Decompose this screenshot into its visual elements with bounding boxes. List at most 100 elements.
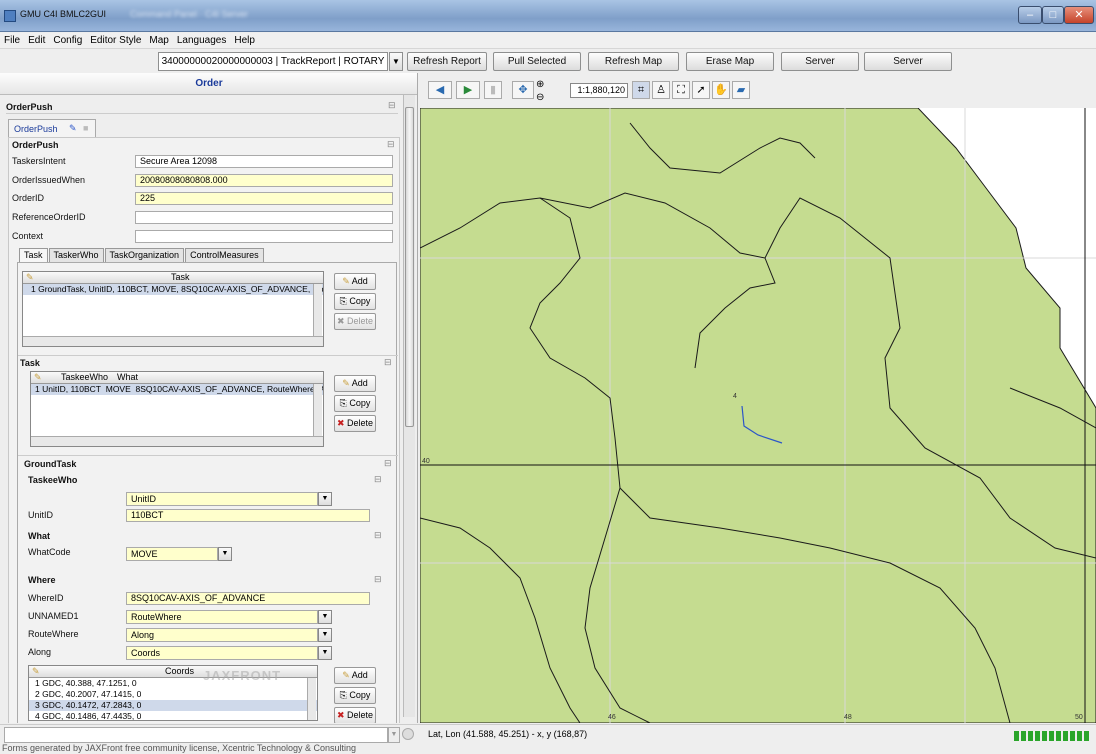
row-number: 1: [35, 678, 40, 688]
collapse-icon[interactable]: ⊟: [384, 458, 392, 469]
order-panel: Order OrderPush ⊟ OrderPush ✎ ■ OrderPus…: [0, 73, 418, 723]
scale-field[interactable]: 1:1,880,120: [570, 83, 628, 98]
chevron-down-icon[interactable]: ▼: [318, 610, 332, 624]
hscrollbar[interactable]: [31, 436, 323, 446]
pointer-icon[interactable]: ➚: [692, 81, 710, 99]
whatcode-select[interactable]: MOVE: [126, 547, 218, 561]
menu-languages[interactable]: Languages: [177, 35, 227, 46]
close-tab-icon[interactable]: ■: [83, 123, 88, 133]
back-arrow-icon[interactable]: ◀: [428, 81, 452, 99]
unnamed1-select[interactable]: RouteWhere: [126, 610, 318, 624]
title-bar: GMU C4I BMLC2GUI Command Panel · C4I Ser…: [0, 0, 1096, 32]
refresh-map-graphics-button[interactable]: Refresh Map Graphics: [588, 52, 679, 84]
menu-map[interactable]: Map: [149, 35, 168, 46]
hand-icon[interactable]: ✋: [712, 81, 730, 99]
whereid-field[interactable]: 8SQ10CAV-AXIS_OF_ADVANCE: [126, 592, 370, 605]
scrollbar[interactable]: [307, 678, 316, 720]
add-button[interactable]: ✎ Add: [334, 667, 376, 684]
chevron-down-icon[interactable]: ▼: [318, 646, 332, 660]
delete-button[interactable]: ✖ Delete: [334, 707, 376, 723]
status-input[interactable]: [4, 727, 388, 743]
copy-button[interactable]: ⎘ Copy: [334, 687, 376, 704]
field-label: RouteWhere: [28, 629, 79, 639]
status-dropdown[interactable]: ▼: [388, 727, 400, 743]
pull-selected-report-button[interactable]: Pull Selected Report: [493, 52, 581, 84]
what-section-title: What: [28, 531, 50, 541]
zoom-out-icon[interactable]: ⊖: [536, 92, 544, 103]
scrollbar-thumb[interactable]: [405, 107, 414, 427]
table-row[interactable]: 3 GDC, 40.1472, 47.2843, 0: [29, 700, 317, 711]
orderpush-section: OrderPush: [6, 102, 53, 112]
collapse-icon[interactable]: ⊟: [374, 474, 382, 485]
chevron-down-icon[interactable]: ▼: [218, 547, 232, 561]
along-select[interactable]: Coords: [126, 646, 318, 660]
row-what: MOVE: [105, 384, 131, 394]
routewhere-select[interactable]: Along: [126, 628, 318, 642]
close-button[interactable]: ✕: [1064, 6, 1094, 24]
hscrollbar[interactable]: [23, 336, 323, 346]
maximize-button[interactable]: □: [1042, 6, 1064, 24]
collapse-icon[interactable]: ⊟: [374, 574, 382, 585]
collapse-icon[interactable]: ⊟: [374, 530, 382, 541]
server-subscribe-button[interactable]: Server Subscribe: [781, 52, 859, 84]
tab-orderpush[interactable]: OrderPush ✎ ■: [8, 119, 96, 137]
zoom-in-icon[interactable]: ⊕: [536, 79, 544, 90]
layers-icon[interactable]: ▰: [732, 81, 750, 99]
add-button-label: Add: [351, 276, 368, 286]
table-row[interactable]: 1 UnitID, 110BCT MOVE 8SQ10CAV-AXIS_OF_A…: [31, 384, 323, 395]
panel-scrollbar[interactable]: [403, 95, 415, 717]
collapse-icon[interactable]: ⊟: [388, 100, 396, 111]
table-row[interactable]: 4 GDC, 40.1486, 47.4435, 0: [29, 711, 317, 722]
row-number: 4: [35, 711, 40, 721]
tab-controlmeasures[interactable]: ControlMeasures: [185, 248, 264, 262]
grid-corner-icon: ✎: [26, 272, 34, 282]
server-unsubscribe-button[interactable]: Server Unsubscribe: [864, 52, 952, 84]
table-row[interactable]: 1 GroundTask, UnitID, 110BCT, MOVE, 8SQ1…: [23, 284, 323, 295]
chevron-down-icon[interactable]: ▼: [318, 628, 332, 642]
collapse-icon[interactable]: ⊟: [387, 139, 395, 150]
pan-grid-icon[interactable]: ⌗: [632, 81, 650, 99]
menu-config[interactable]: Config: [53, 35, 82, 46]
tab-taskorganization[interactable]: TaskOrganization: [104, 248, 185, 262]
lon-label-48: 48: [844, 714, 852, 721]
forward-arrow-icon[interactable]: ▶: [456, 81, 480, 99]
refresh-report-info-button[interactable]: Refresh Report Info: [407, 52, 487, 84]
full-extent-icon[interactable]: ✥: [512, 81, 534, 99]
delete-button[interactable]: ✖ Delete: [334, 313, 376, 330]
row-text: GDC, 40.388, 47.1251, 0: [42, 678, 137, 688]
table-row[interactable]: 2 GDC, 40.2007, 47.1415, 0: [29, 689, 317, 700]
menu-file[interactable]: File: [4, 35, 20, 46]
add-button[interactable]: ✎ Add: [334, 273, 376, 290]
chevron-down-icon[interactable]: ▼: [318, 492, 332, 506]
reference-order-id-field[interactable]: [135, 211, 393, 224]
erase-map-graphics-button[interactable]: Erase Map Graphics: [686, 52, 774, 84]
delete-button[interactable]: ✖ Delete: [334, 415, 376, 432]
add-button[interactable]: ✎ Add: [334, 375, 376, 392]
copy-button[interactable]: ⎘ Copy: [334, 293, 376, 310]
task-grid: ✎ Task 1 GroundTask, UnitID, 110BCT, MOV…: [22, 271, 324, 347]
chevron-down-icon[interactable]: ▼: [389, 52, 403, 71]
copy-button[interactable]: ⎘ Copy: [334, 395, 376, 412]
zoom-box-icon[interactable]: ⛶: [672, 81, 690, 99]
person-icon[interactable]: ♙: [652, 81, 670, 99]
minimize-button[interactable]: –: [1018, 6, 1042, 24]
context-field[interactable]: [135, 230, 393, 243]
unitid-field[interactable]: 110BCT: [126, 509, 370, 522]
report-select[interactable]: 34000000020000000003 | TrackReport | ROT…: [158, 52, 388, 84]
row-where: 8SQ10CAV-AXIS_OF_ADVANCE, RouteWhere, Al…: [135, 384, 324, 394]
order-title: Order: [0, 73, 417, 95]
collapse-icon[interactable]: ⊟: [384, 357, 392, 368]
tab-task[interactable]: Task: [19, 248, 48, 262]
taskee-select[interactable]: UnitID: [126, 492, 318, 506]
tab-taskerwho[interactable]: TaskerWho: [48, 248, 104, 262]
field-label: TaskersIntent: [12, 156, 66, 166]
menu-edit[interactable]: Edit: [28, 35, 45, 46]
menu-editor-style[interactable]: Editor Style: [90, 35, 141, 46]
taskers-intent-field[interactable]: Secure Area 12098: [135, 155, 393, 168]
order-id-field[interactable]: 225: [135, 192, 393, 205]
map-canvas[interactable]: 4 40 46 48 50: [420, 108, 1096, 723]
order-issued-when-field[interactable]: 20080808080808.000: [135, 174, 393, 187]
menu-help[interactable]: Help: [234, 35, 255, 46]
edit-icon[interactable]: ✎: [69, 123, 77, 134]
layer-icon[interactable]: ▮: [484, 81, 502, 99]
